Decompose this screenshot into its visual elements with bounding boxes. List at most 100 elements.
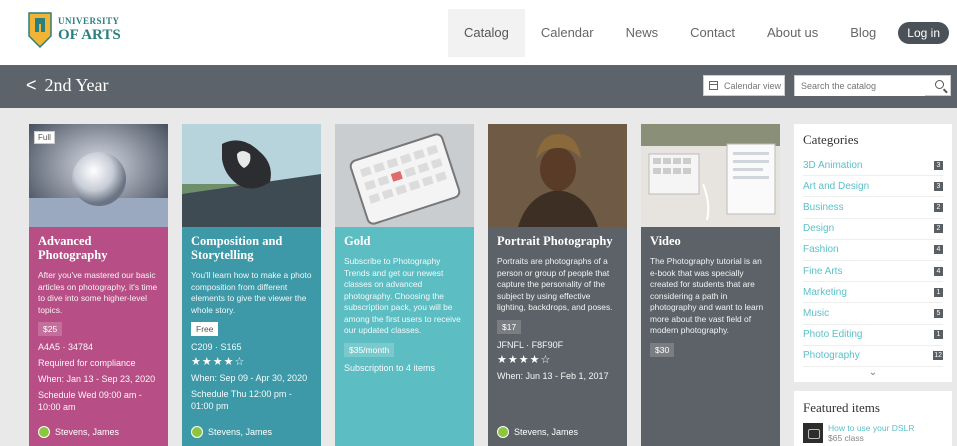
course-schedule: Schedule Wed 09:00 am - 10:00 am	[38, 390, 142, 412]
nav-blog[interactable]: Blog	[834, 9, 892, 57]
category-count: 1	[934, 330, 943, 340]
course-image-portrait	[488, 124, 627, 227]
category-count: 3	[934, 160, 943, 170]
course-card[interactable]: Video The Photography tutorial is an e-b…	[641, 124, 780, 446]
category-item[interactable]: Marketing 1	[803, 282, 943, 304]
course-dates: When: Jan 13 - Sep 23, 2020	[38, 374, 156, 384]
avatar	[191, 426, 203, 438]
login-button[interactable]: Log in	[898, 21, 949, 44]
course-note: Required for compliance	[38, 358, 136, 368]
category-count: 2	[934, 224, 943, 234]
author[interactable]: Stevens, James	[191, 426, 272, 438]
category-count: 3	[934, 181, 943, 191]
course-image-desk	[641, 124, 780, 227]
page-title-bar: < 2nd Year Calendar view	[0, 65, 957, 108]
category-count: 12	[933, 351, 943, 361]
category-item[interactable]: Photo Editing 1	[803, 325, 943, 346]
rating-stars: ★★★★☆	[497, 353, 552, 366]
category-name: Design	[803, 223, 835, 235]
price-tag: $25	[38, 322, 63, 336]
category-item[interactable]: Fashion 4	[803, 240, 943, 261]
crest-icon	[28, 12, 52, 49]
course-description: Portraits are photographs of a person or…	[497, 256, 613, 312]
price-tag: $30	[650, 342, 675, 357]
course-title: Portrait Photography	[497, 234, 613, 248]
chevron-left-icon: <	[26, 75, 37, 95]
category-item[interactable]: Music 5	[803, 303, 943, 325]
course-description: After you've mastered our basic articles…	[38, 270, 158, 315]
search-icon[interactable]	[935, 80, 944, 89]
category-item[interactable]: Business 2	[803, 197, 943, 219]
course-title: Composition and Storytelling	[191, 234, 283, 262]
category-name: Art and Design	[803, 180, 870, 192]
course-code: C209 · S165	[191, 342, 242, 352]
featured-item[interactable]: How to use your DSLR $65 class	[803, 423, 943, 443]
category-count: 1	[934, 287, 943, 297]
top-navbar: UNIVERSITY OF ARTS Catalog Calendar News…	[0, 0, 957, 65]
category-item[interactable]: 3D Animation 3	[803, 155, 943, 177]
rating-stars: ★★★★☆	[191, 356, 246, 368]
category-name: Fashion	[803, 244, 839, 256]
course-card[interactable]: Portrait Photography Portraits are photo…	[488, 124, 627, 446]
categories-title: Categories	[803, 132, 859, 147]
university-logo[interactable]: UNIVERSITY OF ARTS	[28, 12, 121, 49]
logo-line-2: OF ARTS	[58, 27, 121, 43]
featured-item-title: How to use your DSLR	[828, 423, 915, 433]
featured-item-price: $65 class	[828, 433, 864, 443]
category-count: 2	[934, 202, 943, 212]
price-tag: $17	[497, 319, 522, 334]
category-name: Music	[803, 307, 830, 319]
avatar	[38, 426, 50, 438]
calendar-view-button[interactable]: Calendar view	[703, 75, 785, 96]
course-title: Advanced Photography	[38, 234, 108, 262]
catalog-search	[794, 75, 951, 96]
price-tag: $35/month	[344, 342, 395, 357]
course-dates: When: Sep 09 - Apr 30, 2020	[191, 373, 308, 383]
course-description: The Photography tutorial is an e-book th…	[650, 256, 764, 335]
course-image-snow-bubble: Full	[29, 124, 168, 227]
course-title: Gold	[344, 234, 371, 248]
author[interactable]: Stevens, James	[38, 426, 119, 438]
categories-panel: Categories 3D Animation 3 Art and Design 3…	[794, 124, 952, 382]
nav-catalog[interactable]: Catalog	[448, 8, 525, 57]
category-name: Fine Arts	[803, 265, 843, 277]
page-title: 2nd Year	[44, 75, 109, 95]
author-name: Stevens, James	[514, 427, 579, 437]
category-name: Marketing	[803, 286, 847, 298]
calendar-view-label: Calendar view	[724, 80, 782, 91]
course-note: Subscription to 4 items	[344, 362, 436, 373]
course-code: JFNFL · F8F90F	[497, 339, 564, 350]
course-title: Video	[650, 234, 681, 248]
nav-news[interactable]: News	[610, 9, 675, 57]
nav-calendar[interactable]: Calendar	[525, 9, 610, 57]
category-count: 4	[934, 266, 943, 276]
nav-about-us[interactable]: About us	[751, 9, 834, 57]
author[interactable]: Stevens, James	[497, 426, 578, 438]
category-item[interactable]: Art and Design 3	[803, 176, 943, 198]
course-code: A4A5 · 34784	[38, 342, 94, 352]
category-name: Business	[803, 201, 844, 213]
course-card[interactable]: Composition and Storytelling You'll lear…	[182, 124, 321, 446]
full-badge: Full	[34, 131, 55, 144]
course-schedule: Schedule Thu 12:00 pm - 01:00 pm	[191, 389, 292, 411]
main-nav: Catalog Calendar News Contact About us B…	[448, 0, 949, 65]
avatar	[497, 426, 509, 438]
course-description: You'll learn how to make a photo composi…	[191, 270, 312, 315]
author-name: Stevens, James	[208, 427, 273, 437]
category-item[interactable]: Design 2	[803, 219, 943, 240]
category-item[interactable]: Photography 12	[803, 346, 943, 367]
price-tag: Free	[191, 322, 219, 336]
chevron-down-icon[interactable]: ⌄	[794, 367, 952, 378]
logo-line-1: UNIVERSITY	[58, 16, 120, 26]
course-card[interactable]: Full Advanced Photography After you've m…	[29, 124, 168, 446]
course-dates: When: Jun 13 - Feb 1, 2017	[497, 370, 609, 381]
category-count: 5	[934, 308, 943, 318]
category-count: 4	[934, 245, 943, 255]
search-input[interactable]	[795, 76, 925, 96]
nav-contact[interactable]: Contact	[674, 9, 751, 57]
category-item[interactable]: Fine Arts 4	[803, 261, 943, 283]
back-link[interactable]: < 2nd Year	[26, 75, 109, 96]
category-name: Photography	[803, 350, 860, 362]
category-name: Photo Editing	[803, 329, 863, 341]
course-card[interactable]: Gold Subscribe to Photography Trends and…	[335, 124, 474, 446]
